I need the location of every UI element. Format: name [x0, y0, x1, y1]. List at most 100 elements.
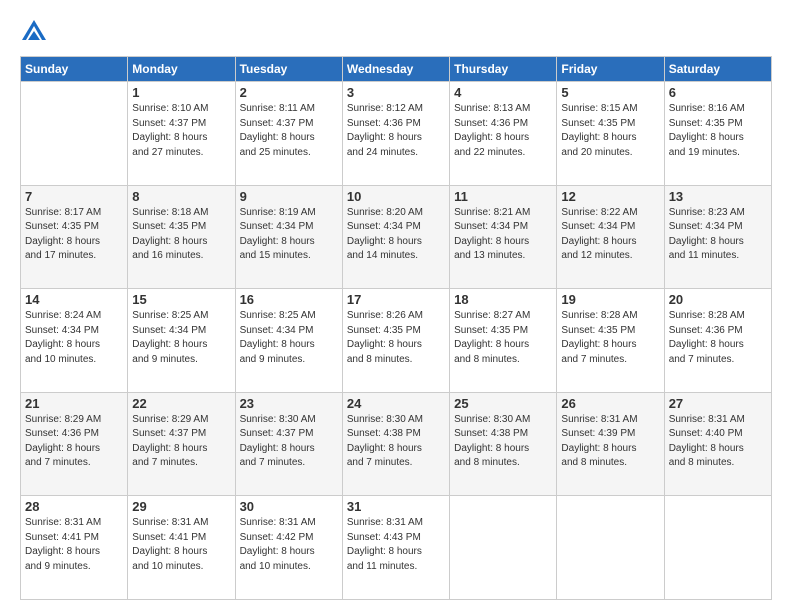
calendar-day-cell: 24 Sunrise: 8:30 AM Sunset: 4:38 PM Dayli…	[342, 392, 449, 496]
day-info: Sunrise: 8:29 AM Sunset: 4:36 PM Dayligh…	[25, 413, 123, 471]
page-header	[20, 18, 772, 46]
calendar-day-cell: 29Sunrise: 8:31 AM Sunset: 4:41 PM Dayli…	[128, 496, 235, 600]
day-number: 28	[25, 499, 123, 514]
day-number: 18	[454, 292, 552, 307]
day-info: Sunrise: 8:20 AM Sunset: 4:34 PM Dayligh…	[347, 206, 445, 264]
calendar-day-cell: 22 Sunrise: 8:29 AM Sunset: 4:37 PM Dayli…	[128, 392, 235, 496]
day-number: 22	[132, 396, 230, 411]
day-info: Sunrise: 8:25 AM Sunset: 4:34 PM Dayligh…	[240, 309, 338, 367]
calendar-day-cell: 20 Sunrise: 8:28 AM Sunset: 4:36 PM Dayli…	[664, 289, 771, 393]
day-info: Sunrise: 8:28 AM Sunset: 4:36 PM Dayligh…	[669, 309, 767, 367]
calendar-day-cell: 9 Sunrise: 8:19 AM Sunset: 4:34 PM Daylig…	[235, 185, 342, 289]
calendar-day-cell: 26 Sunrise: 8:31 AM Sunset: 4:39 PM Dayli…	[557, 392, 664, 496]
calendar-day-cell: 14Sunrise: 8:24 AM Sunset: 4:34 PM Dayli…	[21, 289, 128, 393]
day-number: 6	[669, 85, 767, 100]
day-number: 19	[561, 292, 659, 307]
day-info: Sunrise: 8:10 AM Sunset: 4:37 PM Dayligh…	[132, 102, 230, 160]
calendar-day-cell: 15Sunrise: 8:25 AM Sunset: 4:34 PM Dayli…	[128, 289, 235, 393]
calendar-day-cell: 17 Sunrise: 8:26 AM Sunset: 4:35 PM Dayli…	[342, 289, 449, 393]
calendar-day-cell: 19 Sunrise: 8:28 AM Sunset: 4:35 PM Dayli…	[557, 289, 664, 393]
weekday-header: Thursday	[450, 57, 557, 82]
day-number: 8	[132, 189, 230, 204]
calendar-day-cell: 28 Sunrise: 8:31 AM Sunset: 4:41 PM Dayli…	[21, 496, 128, 600]
day-info: Sunrise: 8:31 AM Sunset: 4:41 PM Dayligh…	[132, 516, 230, 574]
day-number: 5	[561, 85, 659, 100]
day-number: 17	[347, 292, 445, 307]
calendar-day-cell: 16 Sunrise: 8:25 AM Sunset: 4:34 PM Dayli…	[235, 289, 342, 393]
calendar-day-cell: 27 Sunrise: 8:31 AM Sunset: 4:40 PM Dayli…	[664, 392, 771, 496]
day-info: Sunrise: 8:26 AM Sunset: 4:35 PM Dayligh…	[347, 309, 445, 367]
weekday-header: Sunday	[21, 57, 128, 82]
day-info: Sunrise: 8:30 AM Sunset: 4:38 PM Dayligh…	[347, 413, 445, 471]
day-number: 21	[25, 396, 123, 411]
calendar-day-cell: 13 Sunrise: 8:23 AM Sunset: 4:34 PM Dayli…	[664, 185, 771, 289]
day-number: 20	[669, 292, 767, 307]
calendar-day-cell: 21 Sunrise: 8:29 AM Sunset: 4:36 PM Dayli…	[21, 392, 128, 496]
day-number: 30	[240, 499, 338, 514]
day-number: 13	[669, 189, 767, 204]
day-info: Sunrise: 8:22 AM Sunset: 4:34 PM Dayligh…	[561, 206, 659, 264]
calendar-day-cell: 8 Sunrise: 8:18 AM Sunset: 4:35 PM Daylig…	[128, 185, 235, 289]
calendar-day-cell: 30 Sunrise: 8:31 AM Sunset: 4:42 PM Dayli…	[235, 496, 342, 600]
calendar-day-cell: 3Sunrise: 8:12 AM Sunset: 4:36 PM Daylig…	[342, 82, 449, 186]
calendar-day-cell: 4 Sunrise: 8:13 AM Sunset: 4:36 PM Daylig…	[450, 82, 557, 186]
calendar-week-row: 21 Sunrise: 8:29 AM Sunset: 4:36 PM Dayli…	[21, 392, 772, 496]
calendar-week-row: 1 Sunrise: 8:10 AM Sunset: 4:37 PM Daylig…	[21, 82, 772, 186]
weekday-header: Friday	[557, 57, 664, 82]
calendar-day-cell: 6 Sunrise: 8:16 AM Sunset: 4:35 PM Daylig…	[664, 82, 771, 186]
calendar-day-cell	[557, 496, 664, 600]
weekday-header: Wednesday	[342, 57, 449, 82]
day-number: 4	[454, 85, 552, 100]
calendar-day-cell: 23 Sunrise: 8:30 AM Sunset: 4:37 PM Dayli…	[235, 392, 342, 496]
calendar-day-cell: 12 Sunrise: 8:22 AM Sunset: 4:34 PM Dayli…	[557, 185, 664, 289]
day-info: Sunrise: 8:17 AM Sunset: 4:35 PM Dayligh…	[25, 206, 123, 264]
day-info: Sunrise: 8:29 AM Sunset: 4:37 PM Dayligh…	[132, 413, 230, 471]
calendar-day-cell: 18Sunrise: 8:27 AM Sunset: 4:35 PM Dayli…	[450, 289, 557, 393]
calendar-day-cell: 11 Sunrise: 8:21 AM Sunset: 4:34 PM Dayli…	[450, 185, 557, 289]
day-number: 23	[240, 396, 338, 411]
day-info: Sunrise: 8:31 AM Sunset: 4:42 PM Dayligh…	[240, 516, 338, 574]
day-info: Sunrise: 8:31 AM Sunset: 4:40 PM Dayligh…	[669, 413, 767, 471]
day-number: 1	[132, 85, 230, 100]
day-info: Sunrise: 8:16 AM Sunset: 4:35 PM Dayligh…	[669, 102, 767, 160]
day-number: 10	[347, 189, 445, 204]
day-info: Sunrise: 8:31 AM Sunset: 4:43 PM Dayligh…	[347, 516, 445, 574]
day-number: 12	[561, 189, 659, 204]
weekday-header: Saturday	[664, 57, 771, 82]
calendar-table: SundayMondayTuesdayWednesdayThursdayFrid…	[20, 56, 772, 600]
calendar-day-cell: 25 Sunrise: 8:30 AM Sunset: 4:38 PM Dayli…	[450, 392, 557, 496]
calendar-day-cell: 31 Sunrise: 8:31 AM Sunset: 4:43 PM Dayli…	[342, 496, 449, 600]
day-info: Sunrise: 8:30 AM Sunset: 4:38 PM Dayligh…	[454, 413, 552, 471]
day-info: Sunrise: 8:13 AM Sunset: 4:36 PM Dayligh…	[454, 102, 552, 160]
day-number: 2	[240, 85, 338, 100]
day-number: 31	[347, 499, 445, 514]
day-info: Sunrise: 8:18 AM Sunset: 4:35 PM Dayligh…	[132, 206, 230, 264]
day-info: Sunrise: 8:15 AM Sunset: 4:35 PM Dayligh…	[561, 102, 659, 160]
day-info: Sunrise: 8:31 AM Sunset: 4:39 PM Dayligh…	[561, 413, 659, 471]
day-number: 14	[25, 292, 123, 307]
day-info: Sunrise: 8:21 AM Sunset: 4:34 PM Dayligh…	[454, 206, 552, 264]
calendar-day-cell: 1 Sunrise: 8:10 AM Sunset: 4:37 PM Daylig…	[128, 82, 235, 186]
calendar-day-cell: 5 Sunrise: 8:15 AM Sunset: 4:35 PM Daylig…	[557, 82, 664, 186]
calendar-day-cell: 2Sunrise: 8:11 AM Sunset: 4:37 PM Daylig…	[235, 82, 342, 186]
day-number: 26	[561, 396, 659, 411]
day-info: Sunrise: 8:31 AM Sunset: 4:41 PM Dayligh…	[25, 516, 123, 574]
day-info: Sunrise: 8:28 AM Sunset: 4:35 PM Dayligh…	[561, 309, 659, 367]
day-info: Sunrise: 8:19 AM Sunset: 4:34 PM Dayligh…	[240, 206, 338, 264]
calendar-week-row: 28 Sunrise: 8:31 AM Sunset: 4:41 PM Dayli…	[21, 496, 772, 600]
day-number: 9	[240, 189, 338, 204]
calendar-day-cell	[21, 82, 128, 186]
weekday-header: Monday	[128, 57, 235, 82]
day-number: 16	[240, 292, 338, 307]
day-number: 7	[25, 189, 123, 204]
day-number: 25	[454, 396, 552, 411]
calendar-day-cell: 7 Sunrise: 8:17 AM Sunset: 4:35 PM Daylig…	[21, 185, 128, 289]
day-info: Sunrise: 8:23 AM Sunset: 4:34 PM Dayligh…	[669, 206, 767, 264]
day-number: 11	[454, 189, 552, 204]
day-info: Sunrise: 8:30 AM Sunset: 4:37 PM Dayligh…	[240, 413, 338, 471]
day-info: Sunrise: 8:12 AM Sunset: 4:36 PM Dayligh…	[347, 102, 445, 160]
logo	[20, 18, 52, 46]
day-number: 27	[669, 396, 767, 411]
calendar-day-cell: 10 Sunrise: 8:20 AM Sunset: 4:34 PM Dayli…	[342, 185, 449, 289]
day-number: 24	[347, 396, 445, 411]
